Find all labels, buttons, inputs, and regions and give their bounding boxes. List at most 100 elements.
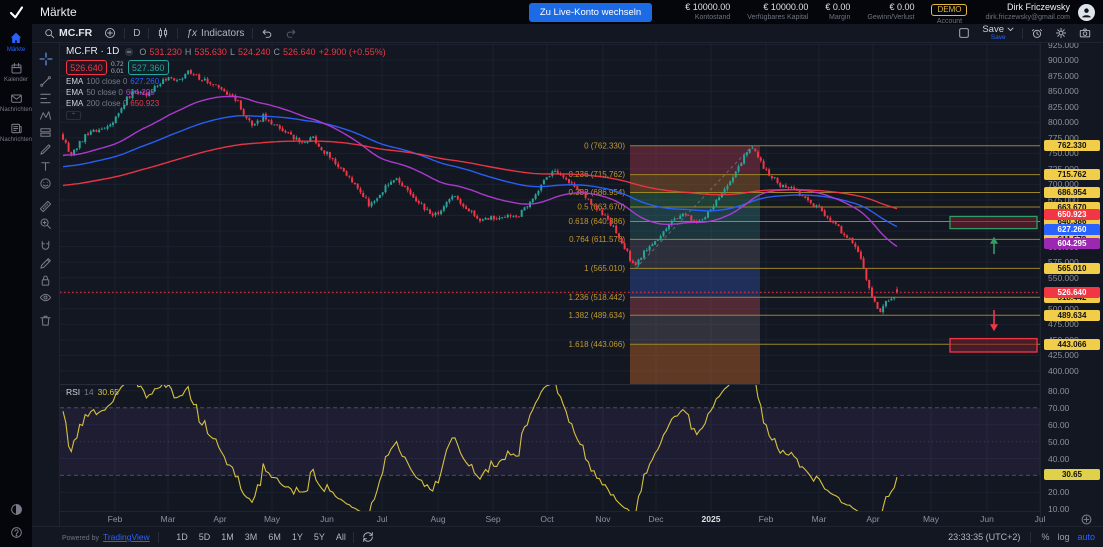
sidebar-item-maerkte[interactable]: Märkte — [7, 31, 25, 53]
broker-logo[interactable] — [0, 0, 32, 24]
hide-drawings[interactable] — [32, 289, 60, 306]
text-tool[interactable] — [32, 158, 60, 175]
svg-text:1.618 (443.066): 1.618 (443.066) — [569, 340, 626, 349]
switch-to-live-account-button[interactable]: Zu Live-Konto wechseln — [529, 3, 652, 22]
spread-value: 0.72 — [111, 61, 124, 68]
trend-line-tool[interactable] — [32, 73, 60, 90]
fib-retracement-tool[interactable] — [32, 90, 60, 107]
help-icon[interactable] — [10, 526, 23, 539]
symbol-search[interactable]: MC.FR — [38, 24, 98, 42]
rsi-chart[interactable] — [60, 385, 1040, 511]
screenshot-button[interactable] — [1073, 27, 1097, 39]
sidebar-item-label: Märkte — [7, 47, 25, 53]
lock-drawings[interactable] — [32, 272, 60, 289]
time-tick: Apr — [866, 515, 879, 524]
sell-button[interactable]: 526.640 — [66, 60, 107, 75]
top-bar: Märkte Zu Live-Konto wechseln € 10000.00… — [0, 0, 1103, 24]
current-price-label: 526.640 — [1044, 287, 1100, 298]
sidebar-item-kalender[interactable]: Kalender — [4, 62, 28, 83]
measure-tool[interactable] — [32, 198, 60, 215]
svg-text:0.764 (611.578): 0.764 (611.578) — [569, 235, 625, 244]
camera-icon — [1079, 27, 1091, 39]
pane-divider[interactable] — [32, 384, 1103, 385]
emoji-tool[interactable] — [32, 175, 60, 192]
visibility-toggle-icon[interactable] — [124, 47, 134, 57]
ema-100-legend[interactable]: EMA 100 close 0 627.260 — [66, 77, 386, 87]
chevron-down-icon — [1007, 27, 1014, 32]
text-icon — [39, 160, 52, 173]
pencil-icon — [39, 257, 52, 270]
svg-text:0.618 (640.386): 0.618 (640.386) — [569, 217, 626, 226]
alert-button[interactable] — [1025, 27, 1049, 39]
demo-badge-label: Account — [931, 18, 967, 25]
crosshair-tool[interactable] — [32, 50, 60, 67]
toolbar-separator — [177, 28, 178, 39]
pattern-tool[interactable] — [32, 107, 60, 124]
position-tool[interactable] — [32, 124, 60, 141]
compare-add-button[interactable] — [98, 24, 122, 42]
drawing-mode[interactable] — [32, 255, 60, 272]
time-tick: Aug — [430, 515, 445, 524]
legend-collapse-button[interactable]: ⌃ — [66, 111, 81, 120]
rsi-tick: 80.00 — [1048, 387, 1069, 396]
ema-price-label: 650.923 — [1044, 209, 1100, 220]
metric-value: € 0.00 — [825, 3, 850, 12]
trash-icon — [39, 314, 52, 327]
range-button-1D[interactable]: 1D — [171, 532, 194, 542]
fib-price-label: 443.066 — [1044, 339, 1100, 350]
price-tick: 800.000 — [1048, 118, 1079, 127]
metric-margin: € 0.00 Margin — [825, 3, 850, 21]
price-scale[interactable]: 925.000900.000875.000850.000825.000800.0… — [1040, 43, 1103, 526]
save-sublabel: Save — [991, 35, 1006, 42]
save-layout-button[interactable]: Save Save — [976, 25, 1020, 42]
toolbar-right-group: Save Save — [952, 25, 1097, 42]
time-axis[interactable]: FebMarAprMayJunJulAugSepOctNovDec2025Feb… — [60, 512, 1040, 526]
range-button-5D[interactable]: 5D — [193, 532, 216, 542]
remove-drawings[interactable] — [32, 312, 60, 329]
sidebar-item-nachrichten-mail[interactable]: Nachrichten — [0, 92, 32, 113]
range-button-1M[interactable]: 1M — [216, 532, 240, 542]
percent-scale-button[interactable]: % — [1041, 532, 1049, 542]
range-button-3M[interactable]: 3M — [239, 532, 263, 542]
chart-type-button[interactable] — [151, 24, 175, 42]
redo-button[interactable] — [279, 24, 303, 42]
ema-price-label: 627.260 — [1044, 224, 1100, 235]
range-button-6M[interactable]: 6M — [263, 532, 287, 542]
auto-scale-button[interactable]: auto — [1077, 532, 1095, 542]
axis-settings-icon[interactable] — [1081, 514, 1092, 525]
zoom-in-tool[interactable] — [32, 215, 60, 232]
ema-50-legend[interactable]: EMA 50 close 0 604.295 — [66, 88, 386, 98]
avatar[interactable] — [1078, 4, 1095, 21]
ohlc-open-value: 531.230 — [149, 47, 182, 57]
settings-button[interactable] — [1049, 27, 1073, 39]
theme-toggle-icon[interactable] — [10, 503, 23, 516]
user-name: Dirk Friczewsky — [985, 3, 1070, 12]
undo-button[interactable] — [255, 24, 279, 42]
brush-tool[interactable] — [32, 141, 60, 158]
indicators-button[interactable]: ƒx Indicators — [180, 24, 250, 42]
range-button-5Y[interactable]: 5Y — [308, 532, 330, 542]
clock[interactable]: 23:33:35 (UTC+2) — [948, 532, 1020, 542]
buy-button[interactable]: 527.360 — [128, 60, 169, 75]
ema-200-legend[interactable]: EMA 200 close 0 650.923 — [66, 99, 386, 109]
user-info[interactable]: Dirk Friczewsky dirk.friczewsky@gmail.co… — [985, 3, 1070, 21]
rsi-legend[interactable]: RSI 14 30.65 — [66, 387, 119, 397]
toolbar-separator — [124, 28, 125, 39]
calendar-icon — [10, 62, 23, 75]
rsi-name: RSI — [66, 387, 80, 397]
tradingview-link[interactable]: TradingView — [103, 532, 150, 542]
range-button-1Y[interactable]: 1Y — [286, 532, 308, 542]
time-tick: Jun — [980, 515, 994, 524]
magnet-mode[interactable] — [32, 238, 60, 255]
ohlc-change: +2.900 (+0.55%) — [319, 47, 386, 57]
refresh-button[interactable] — [356, 527, 380, 547]
interval-button[interactable]: D — [127, 24, 146, 42]
layout-button[interactable] — [952, 27, 976, 39]
rsi-pane[interactable] — [60, 385, 1040, 511]
time-tick: Jun — [320, 515, 334, 524]
log-scale-button[interactable]: log — [1057, 532, 1069, 542]
range-button-All[interactable]: All — [330, 532, 351, 542]
long-position-icon — [39, 126, 52, 139]
time-tick: Sep — [485, 515, 500, 524]
sidebar-item-nachrichten-news[interactable]: Nachrichten — [0, 122, 32, 143]
